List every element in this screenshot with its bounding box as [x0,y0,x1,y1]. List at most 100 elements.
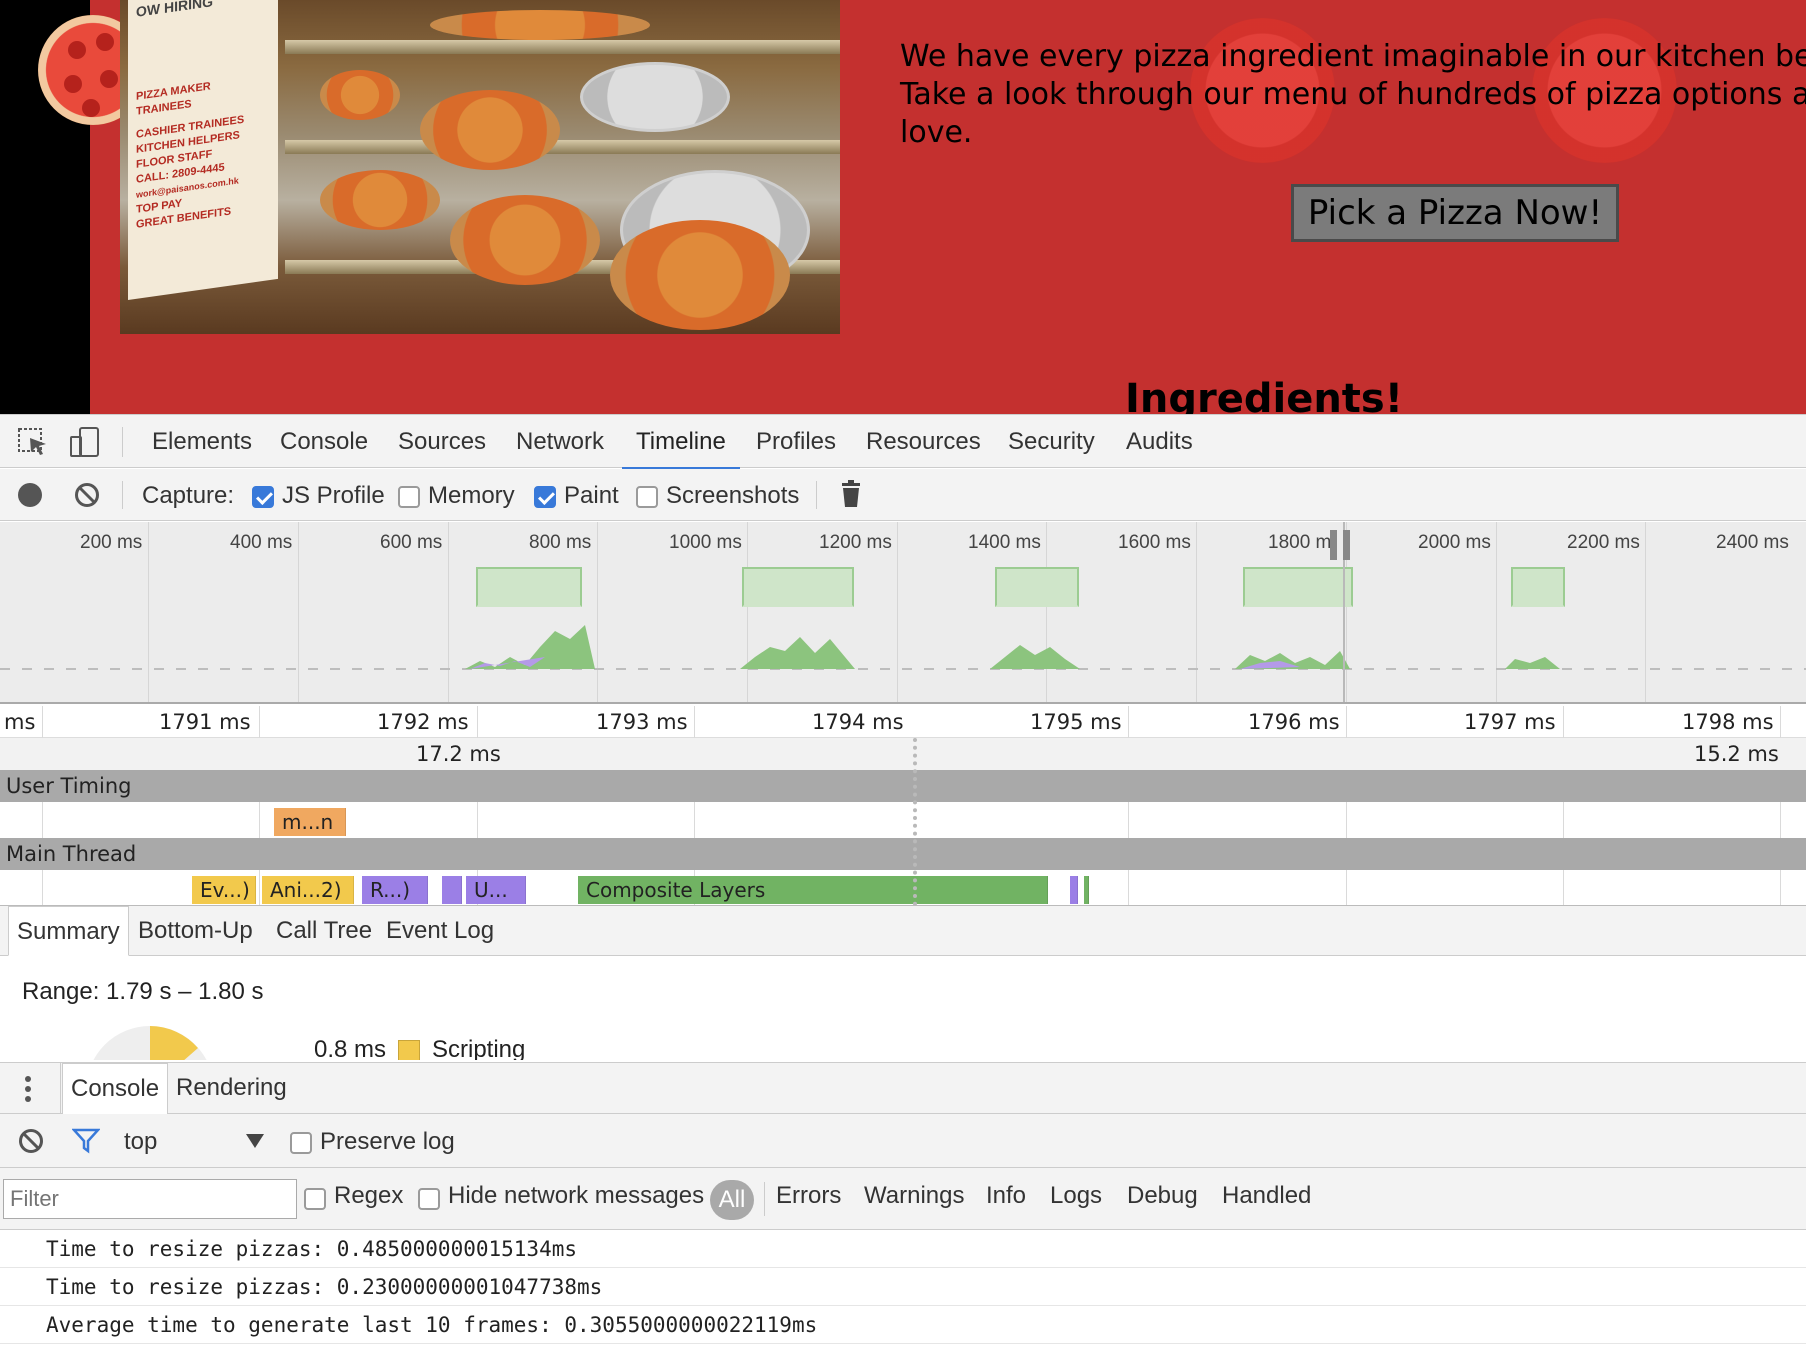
composite-layers-event[interactable]: Composite Layers [578,876,1048,904]
devtools-tabbar: Elements Console Sources Network Timelin… [0,414,1806,470]
tab-profiles[interactable]: Profiles [756,415,836,469]
pick-pizza-button[interactable]: Pick a Pizza Now! [1291,184,1619,242]
tab-event-log[interactable]: Event Log [378,906,502,956]
user-timing-track-header[interactable]: User Timing [0,770,1806,802]
frame-block [476,567,582,607]
frame-block [1511,567,1565,607]
frame-duration: 15.2 ms [1694,742,1779,766]
drawer-tab-rendering[interactable]: Rendering [168,1063,295,1115]
filter-input[interactable] [3,1179,297,1219]
level-logs[interactable]: Logs [1050,1182,1102,1210]
clear-icon[interactable] [74,482,100,515]
console-message: Time to resize pizzas: 0.485000000015134… [0,1230,1806,1268]
frames-track: 17.2 ms 15.2 ms [0,738,1806,770]
user-timing-event[interactable]: m...n [274,808,346,836]
frame-block [1243,567,1353,607]
ruler-tick: 1798 ms [1682,710,1774,734]
inspect-element-icon[interactable] [16,425,50,459]
tab-audits[interactable]: Audits [1126,415,1193,469]
rendering-event[interactable]: U... [466,876,526,904]
memory-checkbox[interactable] [398,482,420,510]
level-debug[interactable]: Debug [1127,1182,1198,1210]
ruler-tick: 1795 ms [1030,710,1122,734]
ingredients-heading: Ingredients! [1125,376,1403,414]
flame-chart[interactable]: ms 1791 ms 1792 ms 1793 ms 1794 ms 1795 … [0,706,1806,906]
tab-elements[interactable]: Elements [152,415,252,469]
rendering-event[interactable] [1070,876,1078,904]
paint-label[interactable]: Paint [564,482,619,510]
ruler-tick: ms [4,710,36,734]
hide-network-label[interactable]: Hide network messages [448,1182,704,1210]
preserve-log-checkbox[interactable] [290,1128,312,1156]
summary-pane: Range: 1.79 s – 1.80 s 0.8 ms Scripting [0,956,1806,1060]
tab-sources[interactable]: Sources [398,415,486,469]
tab-resources[interactable]: Resources [866,415,981,469]
level-handled[interactable]: Handled [1222,1182,1311,1210]
intro-paragraph: We have every pizza ingredient imaginabl… [900,39,1806,150]
frame-block [742,567,854,607]
screenshots-checkbox[interactable] [636,482,658,510]
overview-tick: 800 ms [529,532,592,553]
scripting-event[interactable]: Ev...) [192,876,256,904]
context-selector[interactable]: top [124,1128,157,1156]
scripting-legend-label: Scripting [432,1036,526,1060]
clear-console-icon[interactable] [18,1128,44,1161]
rendering-event[interactable] [442,876,462,904]
devtools-panel: Elements Console Sources Network Timelin… [0,414,1806,1362]
screenshots-label[interactable]: Screenshots [666,482,799,510]
preserve-log-label[interactable]: Preserve log [320,1128,455,1156]
regex-checkbox[interactable] [304,1184,326,1212]
screenshot-root: { "webpage": { "banner_lines": ["OW HIRI… [0,0,1806,1362]
hiring-banner: OW HIRING PIZZA MAKER TRAINEES CASHIER T… [128,0,278,300]
drawer-tab-console[interactable]: Console [62,1063,169,1115]
device-mode-icon[interactable] [68,425,102,459]
paint-checkbox[interactable] [534,482,556,510]
scripting-time: 0.8 ms [314,1036,387,1060]
tab-timeline[interactable]: Timeline [622,415,740,470]
level-all[interactable]: All [710,1180,754,1220]
rendering-event[interactable]: R...) [362,876,428,904]
tab-call-tree[interactable]: Call Tree [268,906,380,956]
overview-tick: 2400 ms [1716,532,1789,553]
overview-tick: 1000 ms [669,532,742,553]
tab-network[interactable]: Network [516,415,604,469]
timeline-toolbar: Capture: JS Profile Memory Paint Screens… [0,469,1806,521]
regex-label[interactable]: Regex [334,1182,403,1210]
console-toolbar: top Preserve log [0,1114,1806,1168]
scripting-event[interactable]: Ani...2) [262,876,354,904]
timeline-overview[interactable]: 200 ms 400 ms 600 ms 800 ms 1000 ms 1200… [0,522,1806,704]
capture-label: Capture: [142,482,235,509]
ruler-tick: 1796 ms [1248,710,1340,734]
js-profile-checkbox[interactable] [252,482,274,510]
console-message: Time to resize pizzas: 0.230000000010477… [0,1268,1806,1306]
drawer-menu-icon[interactable] [24,1075,32,1110]
painting-event[interactable] [1084,876,1089,904]
details-tabbar: Summary Bottom-Up Call Tree Event Log [0,906,1806,956]
overview-range-handle[interactable] [1330,522,1352,560]
frame-duration: 17.2 ms [416,742,501,766]
ruler-tick: 1791 ms [159,710,251,734]
ruler-tick: 1793 ms [596,710,688,734]
overview-tick: 2200 ms [1567,532,1640,553]
level-info[interactable]: Info [986,1182,1026,1210]
level-errors[interactable]: Errors [776,1182,841,1210]
record-icon[interactable] [18,483,42,507]
ruler-tick: 1792 ms [377,710,469,734]
overview-tick: 1400 ms [968,532,1041,553]
trash-icon[interactable] [840,480,862,515]
overview-tick: 1800 m [1268,532,1332,553]
tab-console[interactable]: Console [280,415,368,469]
chevron-down-icon[interactable] [246,1134,264,1148]
main-thread-track-header[interactable]: Main Thread [0,838,1806,870]
tab-bottom-up[interactable]: Bottom-Up [130,906,261,956]
overview-tick: 200 ms [80,532,143,553]
level-warnings[interactable]: Warnings [864,1182,964,1210]
memory-label[interactable]: Memory [428,482,515,510]
tab-summary[interactable]: Summary [8,906,129,956]
overview-tick: 1600 ms [1118,532,1191,553]
filter-icon[interactable] [71,1128,101,1161]
hide-network-checkbox[interactable] [418,1184,440,1212]
summary-pie-chart [93,1026,207,1060]
tab-security[interactable]: Security [1008,415,1095,469]
js-profile-label[interactable]: JS Profile [282,482,385,510]
